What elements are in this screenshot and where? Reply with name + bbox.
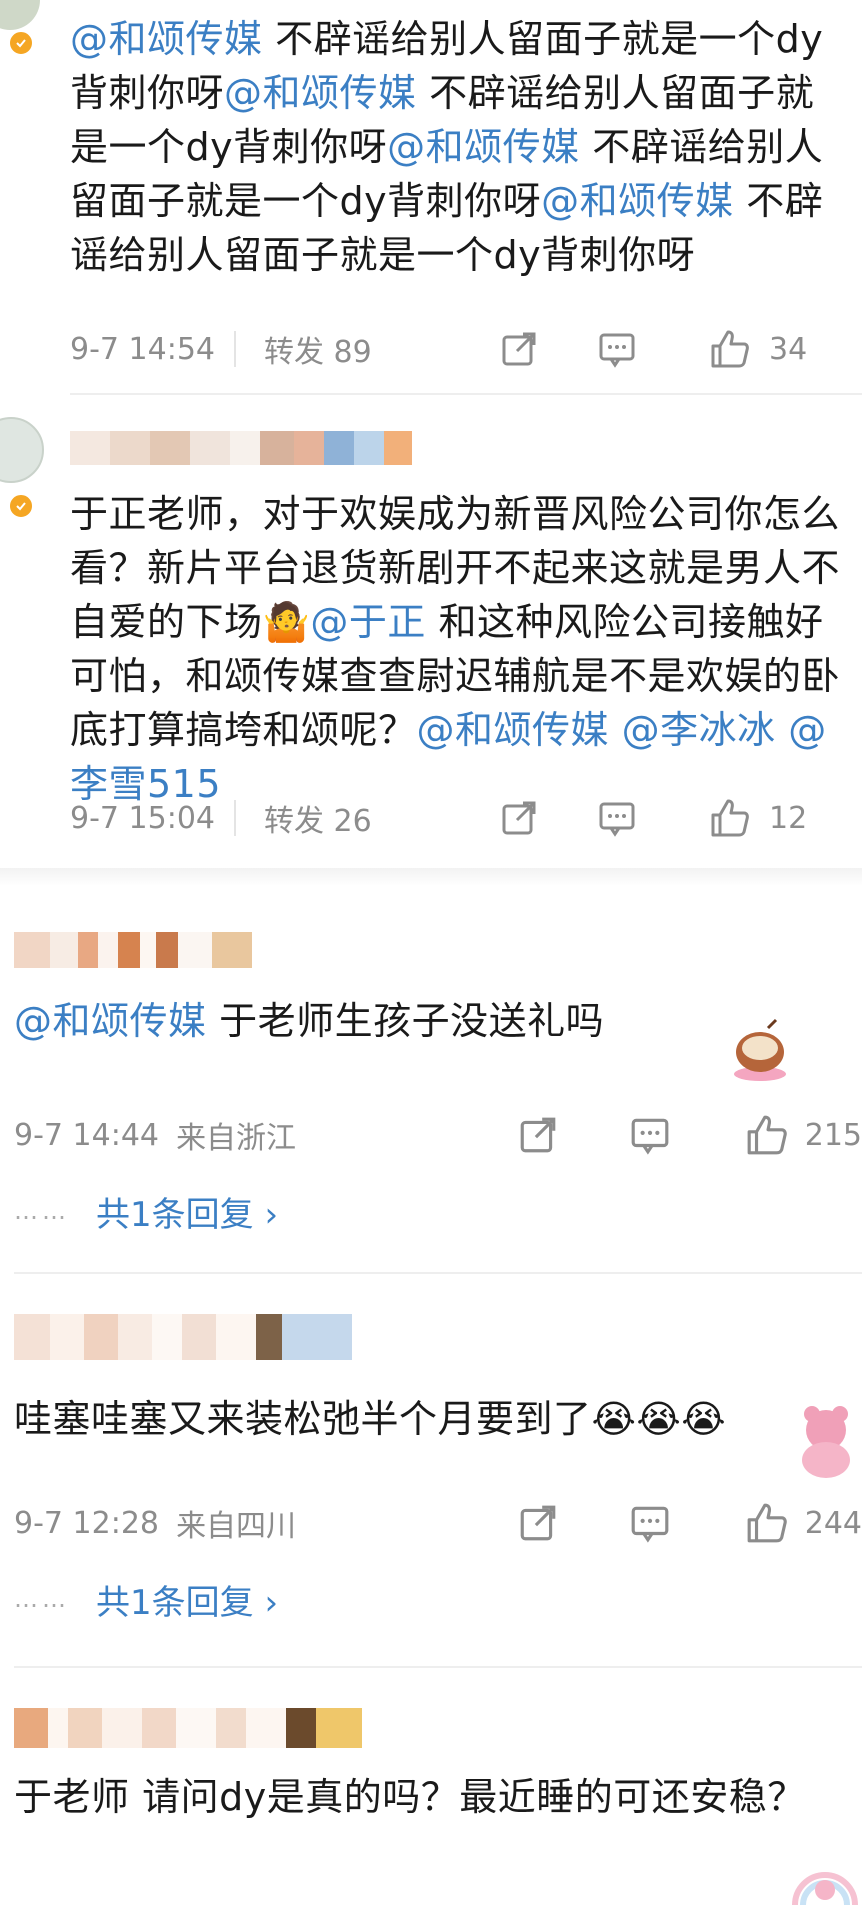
comment-meta-row: 9-7 12:28 来自四川 244 (14, 1500, 862, 1546)
comment-icon[interactable] (597, 329, 637, 369)
share-icon[interactable] (517, 1114, 559, 1156)
location: 来自四川 (176, 1509, 297, 1544)
divider (234, 800, 236, 836)
timestamp: 9-7 14:54 (70, 331, 215, 367)
comment-text: 于正老师，对于欢娱成为新晋风险公司你怎么看？新片平台退货新剧开不起来这就是男人不… (70, 487, 845, 811)
verified-badge-icon (8, 30, 34, 56)
reply-dots: …… (14, 1585, 70, 1613)
comment-meta-row: 9-7 15:04 转发 26 12 (70, 795, 840, 841)
comment-text: 于老师 请问dy是真的吗？最近睡的可还安稳？ (14, 1770, 844, 1824)
view-replies-link[interactable]: 共1条回复 › (96, 1575, 278, 1624)
comment-text-segment: 🤷 (262, 600, 311, 644)
timestamp: 9-7 12:28 (14, 1505, 159, 1541)
username-blurred[interactable] (14, 1708, 362, 1748)
verified-badge-icon (8, 493, 34, 519)
share-icon[interactable] (499, 798, 539, 838)
divider (14, 1272, 862, 1274)
comment-icon[interactable] (597, 798, 637, 838)
comment-1: @和颂传媒 不辟谣给别人留面子就是一个dy背刺你呀@和颂传媒 不辟谣给别人留面子… (0, 0, 862, 395)
avatar[interactable] (0, 417, 44, 483)
divider (234, 331, 236, 367)
like-icon[interactable] (709, 329, 751, 369)
comment-text-segment: 于老师生孩子没送礼吗 (206, 999, 605, 1043)
comment-2: 于正老师，对于欢娱成为新晋风险公司你怎么看？新片平台退货新剧开不起来这就是男人不… (0, 395, 862, 865)
comment-text-segment (776, 708, 789, 752)
username-blurred[interactable] (70, 431, 412, 465)
mention-link[interactable]: @和颂传媒 (14, 999, 207, 1043)
avatar[interactable] (0, 0, 40, 30)
mention-link[interactable]: @和颂传媒 (387, 125, 580, 169)
comment-text-segment (609, 708, 622, 752)
reply-dots: …… (14, 1197, 70, 1225)
repost-button[interactable]: 转发 89 (264, 327, 424, 371)
comment-4: 哇塞哇塞又来装松弛半个月要到了😭😭😭 9-7 12:28 来自四川 244 ……… (0, 1290, 862, 1670)
mention-link[interactable]: @和颂传媒 (224, 71, 417, 115)
timestamp: 9-7 15:04 (70, 800, 215, 836)
mention-link[interactable]: @和颂传媒 (70, 17, 263, 61)
screenshot-seam (0, 868, 862, 886)
comment-icon[interactable] (629, 1114, 671, 1156)
view-replies-link[interactable]: 共1条回复 › (96, 1187, 278, 1236)
location: 来自浙江 (176, 1121, 297, 1156)
username-blurred[interactable] (14, 932, 252, 968)
like-count: 244 (804, 1505, 862, 1541)
comment-3: @和颂传媒 于老师生孩子没送礼吗 9-7 14:44 来自浙江 215 …… 共… (0, 920, 862, 1274)
comment-text-segment: 哇塞哇塞又来装松弛半个月要到了😭😭😭 (14, 1397, 727, 1441)
like-count: 12 (769, 800, 808, 836)
emoji-sticker-icon (728, 1018, 792, 1084)
divider (14, 1666, 862, 1668)
like-icon[interactable] (745, 1502, 789, 1544)
share-icon[interactable] (499, 329, 539, 369)
comment-text: @和颂传媒 不辟谣给别人留面子就是一个dy背刺你呀@和颂传媒 不辟谣给别人留面子… (70, 12, 840, 282)
comment-text: 哇塞哇塞又来装松弛半个月要到了😭😭😭 (14, 1392, 844, 1446)
reply-row: …… 共1条回复 › (14, 1187, 278, 1236)
mention-link[interactable]: @和颂传媒 (541, 179, 734, 223)
comment-text: @和颂传媒 于老师生孩子没送礼吗 (14, 994, 734, 1048)
mention-link[interactable]: @和颂传媒 (417, 708, 610, 752)
like-count: 34 (769, 331, 808, 367)
repost-button[interactable]: 转发 26 (264, 796, 424, 840)
comment-text-segment: 于老师 请问dy是真的吗？最近睡的可还安稳？ (14, 1775, 806, 1819)
mention-link[interactable]: @于正 (310, 600, 426, 644)
like-icon[interactable] (745, 1114, 789, 1156)
emoji-sticker-icon (790, 1402, 862, 1482)
reply-row: …… 共1条回复 › (14, 1575, 278, 1624)
timestamp: 9-7 14:44 (14, 1117, 159, 1153)
share-icon[interactable] (517, 1502, 559, 1544)
like-icon[interactable] (709, 798, 751, 838)
mention-link[interactable]: @李冰冰 (622, 708, 776, 752)
comment-icon[interactable] (629, 1502, 671, 1544)
comment-meta-row: 9-7 14:44 来自浙江 215 (14, 1112, 862, 1158)
comment-meta-row: 9-7 14:54 转发 89 34 (70, 326, 840, 372)
comment-5: 于老师 请问dy是真的吗？最近睡的可还安稳？ (0, 1690, 862, 1920)
emoji-sticker-icon (790, 1850, 860, 1910)
like-count: 215 (804, 1117, 862, 1153)
username-blurred[interactable] (14, 1314, 352, 1360)
